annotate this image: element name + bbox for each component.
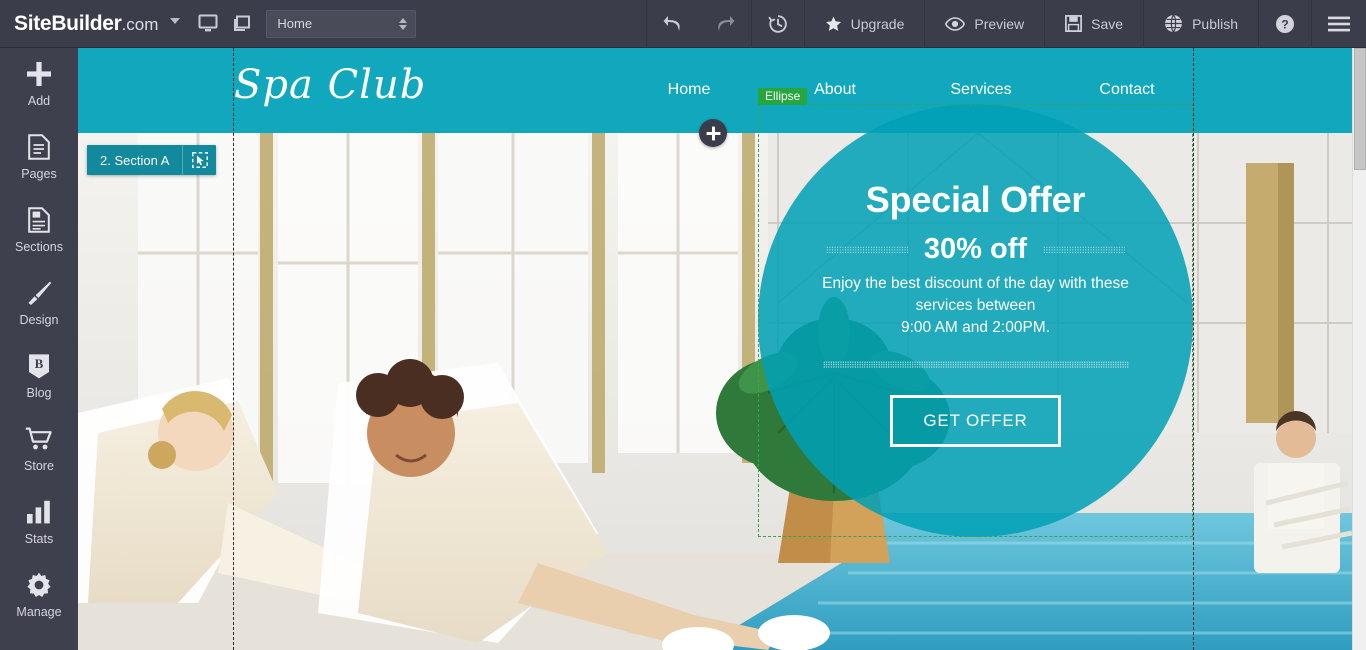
blog-icon: B <box>27 353 51 379</box>
page-icon <box>28 134 50 160</box>
sidebar-item-sections[interactable]: Sections <box>0 194 78 267</box>
plus-icon <box>26 61 52 87</box>
publish-button[interactable]: Publish <box>1144 0 1258 48</box>
main-menu-button[interactable] <box>1312 0 1366 48</box>
sidebar-item-label: Add <box>27 94 51 108</box>
redo-button[interactable] <box>699 0 751 48</box>
star-icon <box>825 16 841 31</box>
mobile-view-icon[interactable] <box>232 14 252 33</box>
sidebar-item-label: Store <box>24 459 54 473</box>
sidebar-item-label: Blog <box>26 386 52 400</box>
layout-guide-left <box>233 48 234 650</box>
preview-button[interactable]: Preview <box>925 0 1044 48</box>
select-element-icon[interactable] <box>182 145 216 175</box>
help-button[interactable]: ? <box>1259 0 1311 48</box>
device-view-switcher <box>180 14 266 33</box>
sections-icon <box>28 207 50 233</box>
floppy-disk-icon <box>1065 15 1083 32</box>
upgrade-button[interactable]: Upgrade <box>805 0 925 48</box>
eye-icon <box>945 16 966 31</box>
section-badge[interactable]: 2. Section A <box>87 145 217 175</box>
site-nav: Home About Services Contact <box>616 81 1200 99</box>
page-selector[interactable]: Home <box>266 9 417 38</box>
sitebuilder-editor: SiteBuilder .com Home Upgrade Preview Sa… <box>0 0 1366 650</box>
svg-text:B: B <box>35 356 44 371</box>
gear-icon <box>26 572 52 598</box>
sidebar-item-blog[interactable]: B Blog <box>0 340 78 413</box>
add-section-button[interactable] <box>699 119 727 147</box>
globe-icon <box>1165 14 1182 33</box>
sidebar-item-label: Stats <box>24 532 54 546</box>
hamburger-icon <box>1328 16 1350 31</box>
page-selector-value: Home <box>277 16 313 31</box>
bar-chart-icon <box>26 499 52 525</box>
sidebar-item-design[interactable]: Design <box>0 267 78 340</box>
ellipse-selection-frame[interactable]: Ellipse <box>758 88 1193 537</box>
section-badge-label: 2. Section A <box>100 152 170 168</box>
sidebar-item-label: Design <box>19 313 59 327</box>
top-toolbar: SiteBuilder .com Home Upgrade Preview Sa… <box>0 0 1366 48</box>
desktop-view-icon[interactable] <box>198 14 218 33</box>
nav-item-home[interactable]: Home <box>616 81 762 99</box>
sidebar-item-label: Pages <box>21 167 57 181</box>
ellipse-selection-tag[interactable]: Ellipse <box>758 88 808 105</box>
nav-item-contact[interactable]: Contact <box>1054 81 1200 99</box>
publish-label: Publish <box>1192 15 1238 32</box>
sidebar-item-pages[interactable]: Pages <box>0 121 78 194</box>
preview-label: Preview <box>974 15 1025 32</box>
sidebar-item-stats[interactable]: Stats <box>0 486 78 559</box>
sidebar-item-label: Manage <box>16 605 62 619</box>
editor-canvas[interactable]: Spa Club Home About Services Contact 2. … <box>78 48 1352 650</box>
brand-dropdown-caret-icon[interactable] <box>170 17 181 24</box>
svg-text:?: ? <box>1281 17 1288 31</box>
brand-logo[interactable]: SiteBuilder .com <box>0 12 158 36</box>
sidebar-item-label: Sections <box>15 240 63 254</box>
save-label: Save <box>1091 15 1124 32</box>
sidebar-item-add[interactable]: Add <box>0 48 78 121</box>
save-button[interactable]: Save <box>1045 0 1143 48</box>
canvas-scrollbar[interactable] <box>1352 48 1366 650</box>
sidebar-item-manage[interactable]: Manage <box>0 559 78 632</box>
sidebar-item-store[interactable]: Store <box>0 413 78 486</box>
question-mark-icon: ? <box>1276 14 1294 33</box>
scrollbar-thumb[interactable] <box>1354 48 1366 170</box>
nav-item-services[interactable]: Services <box>908 81 1054 99</box>
undo-button[interactable] <box>647 0 699 48</box>
left-sidebar: Add Pages Sections Design B Blog Store S… <box>0 48 78 650</box>
site-logo[interactable]: Spa Club <box>234 62 426 108</box>
brand-primary-text: SiteBuilder <box>14 11 122 35</box>
cart-icon <box>25 426 53 452</box>
brush-icon <box>26 280 52 306</box>
brand-secondary-text: .com <box>121 14 159 34</box>
plus-icon <box>706 126 720 140</box>
upgrade-label: Upgrade <box>850 15 905 32</box>
history-button[interactable] <box>752 0 804 48</box>
layout-guide-right <box>1193 48 1194 650</box>
page-selector-stepper-icon[interactable] <box>399 17 408 30</box>
